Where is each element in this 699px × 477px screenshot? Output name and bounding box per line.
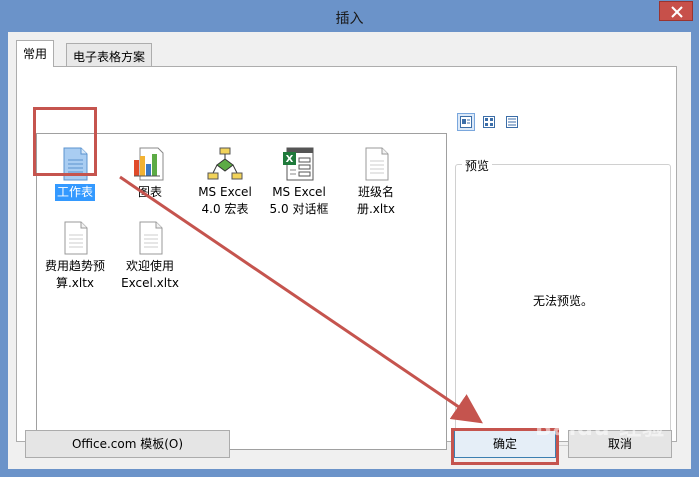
annotation-arrow bbox=[119, 175, 483, 424]
tab-common[interactable]: 常用 bbox=[16, 40, 55, 67]
tab-label: 常用 bbox=[23, 47, 48, 61]
watermark: Baidu 经验 bbox=[535, 416, 666, 441]
